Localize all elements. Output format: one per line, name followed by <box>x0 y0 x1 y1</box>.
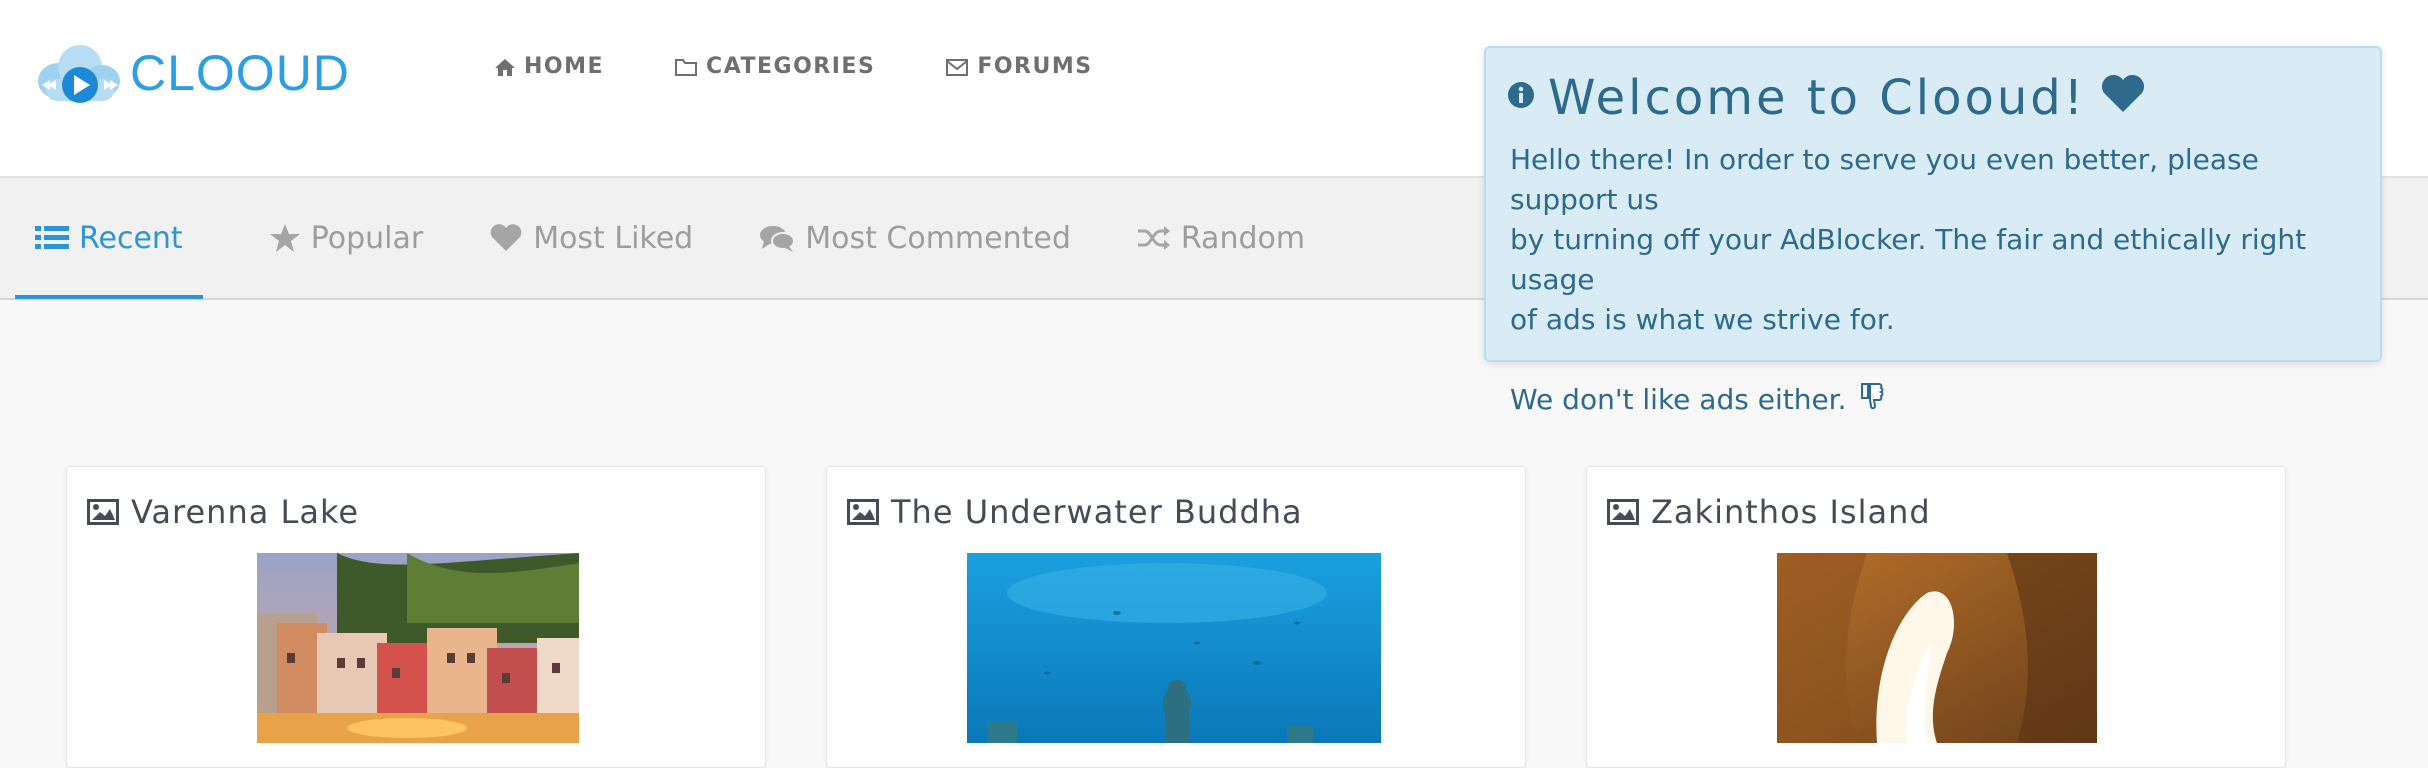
nav-item-label: FORUMS <box>977 54 1093 79</box>
nav-item-label: HOME <box>524 54 605 79</box>
nav-item-categories[interactable]: CATEGORIES <box>674 54 875 79</box>
logo-text: CLOOUD <box>130 45 350 101</box>
nav-item-forums[interactable]: FORUMS <box>945 54 1092 79</box>
alert-footer: We don't like ads either. <box>1510 380 2350 421</box>
cloud-play-logo-icon <box>38 45 120 103</box>
post-card-title-text: Varenna Lake <box>131 493 360 531</box>
adblock-alert: Welcome to Clooud! Hello there! In order… <box>1484 46 2382 416</box>
nav-item-label: CATEGORIES <box>706 54 876 79</box>
sea-cave-photo[interactable] <box>1777 553 2097 743</box>
alert-title: Welcome to Clooud! <box>1508 70 2146 126</box>
tab-popular[interactable]: Popular <box>269 178 424 298</box>
alert-body-line: Hello there! In order to serve you even … <box>1510 143 2259 216</box>
star-icon <box>269 223 301 253</box>
thumbs-down-icon <box>1859 381 1885 421</box>
tab-label: Random <box>1180 220 1306 256</box>
alert-body-line: by turning off your AdBlocker. The fair … <box>1510 223 2307 296</box>
heart-icon <box>2100 70 2146 126</box>
tab-most-liked[interactable]: Most Liked <box>489 178 693 298</box>
image-icon <box>87 499 119 525</box>
alert-title-text: Welcome to Clooud! <box>1548 70 2086 126</box>
sort-tabs: Recent Popular Most Liked Most Commented… <box>15 178 1371 299</box>
post-card[interactable]: The Underwater Buddha <box>826 466 1526 768</box>
post-card-title[interactable]: The Underwater Buddha <box>847 493 1303 531</box>
info-icon <box>1508 64 1534 120</box>
post-card-title-text: Zakinthos Island <box>1651 493 1931 531</box>
heart-icon <box>489 223 523 253</box>
alert-body-line: We don't like ads either. <box>1510 383 1847 416</box>
tab-recent[interactable]: Recent <box>15 178 203 299</box>
tab-label: Recent <box>79 220 183 256</box>
home-icon <box>494 57 516 77</box>
tab-label: Popular <box>310 220 424 256</box>
underwater-buddha-photo[interactable] <box>967 553 1381 743</box>
folder-icon <box>674 57 698 77</box>
lakeside-village-photo[interactable] <box>257 553 579 743</box>
envelope-icon <box>945 57 969 77</box>
post-card-title[interactable]: Zakinthos Island <box>1607 493 1931 531</box>
list-icon <box>35 224 69 252</box>
tab-label: Most Commented <box>805 220 1071 256</box>
shuffle-icon <box>1137 224 1171 252</box>
nav-item-home[interactable]: HOME <box>494 54 604 79</box>
alert-body-line: of ads is what we strive for. <box>1510 303 1895 336</box>
comments-icon <box>759 223 796 253</box>
tab-most-commented[interactable]: Most Commented <box>759 178 1071 298</box>
image-icon <box>1607 499 1639 525</box>
post-card-title-text: The Underwater Buddha <box>891 493 1303 531</box>
tab-label: Most Liked <box>533 220 694 256</box>
alert-body: Hello there! In order to serve you even … <box>1510 140 2350 421</box>
image-icon <box>847 499 879 525</box>
post-card[interactable]: Zakinthos Island <box>1586 466 2286 768</box>
site-logo[interactable]: CLOOUD <box>34 38 350 108</box>
tab-random[interactable]: Random <box>1137 178 1305 298</box>
post-card[interactable]: Varenna Lake <box>66 466 766 768</box>
post-card-title[interactable]: Varenna Lake <box>87 493 359 531</box>
main-nav: HOME CATEGORIES FORUMS <box>494 54 1163 79</box>
